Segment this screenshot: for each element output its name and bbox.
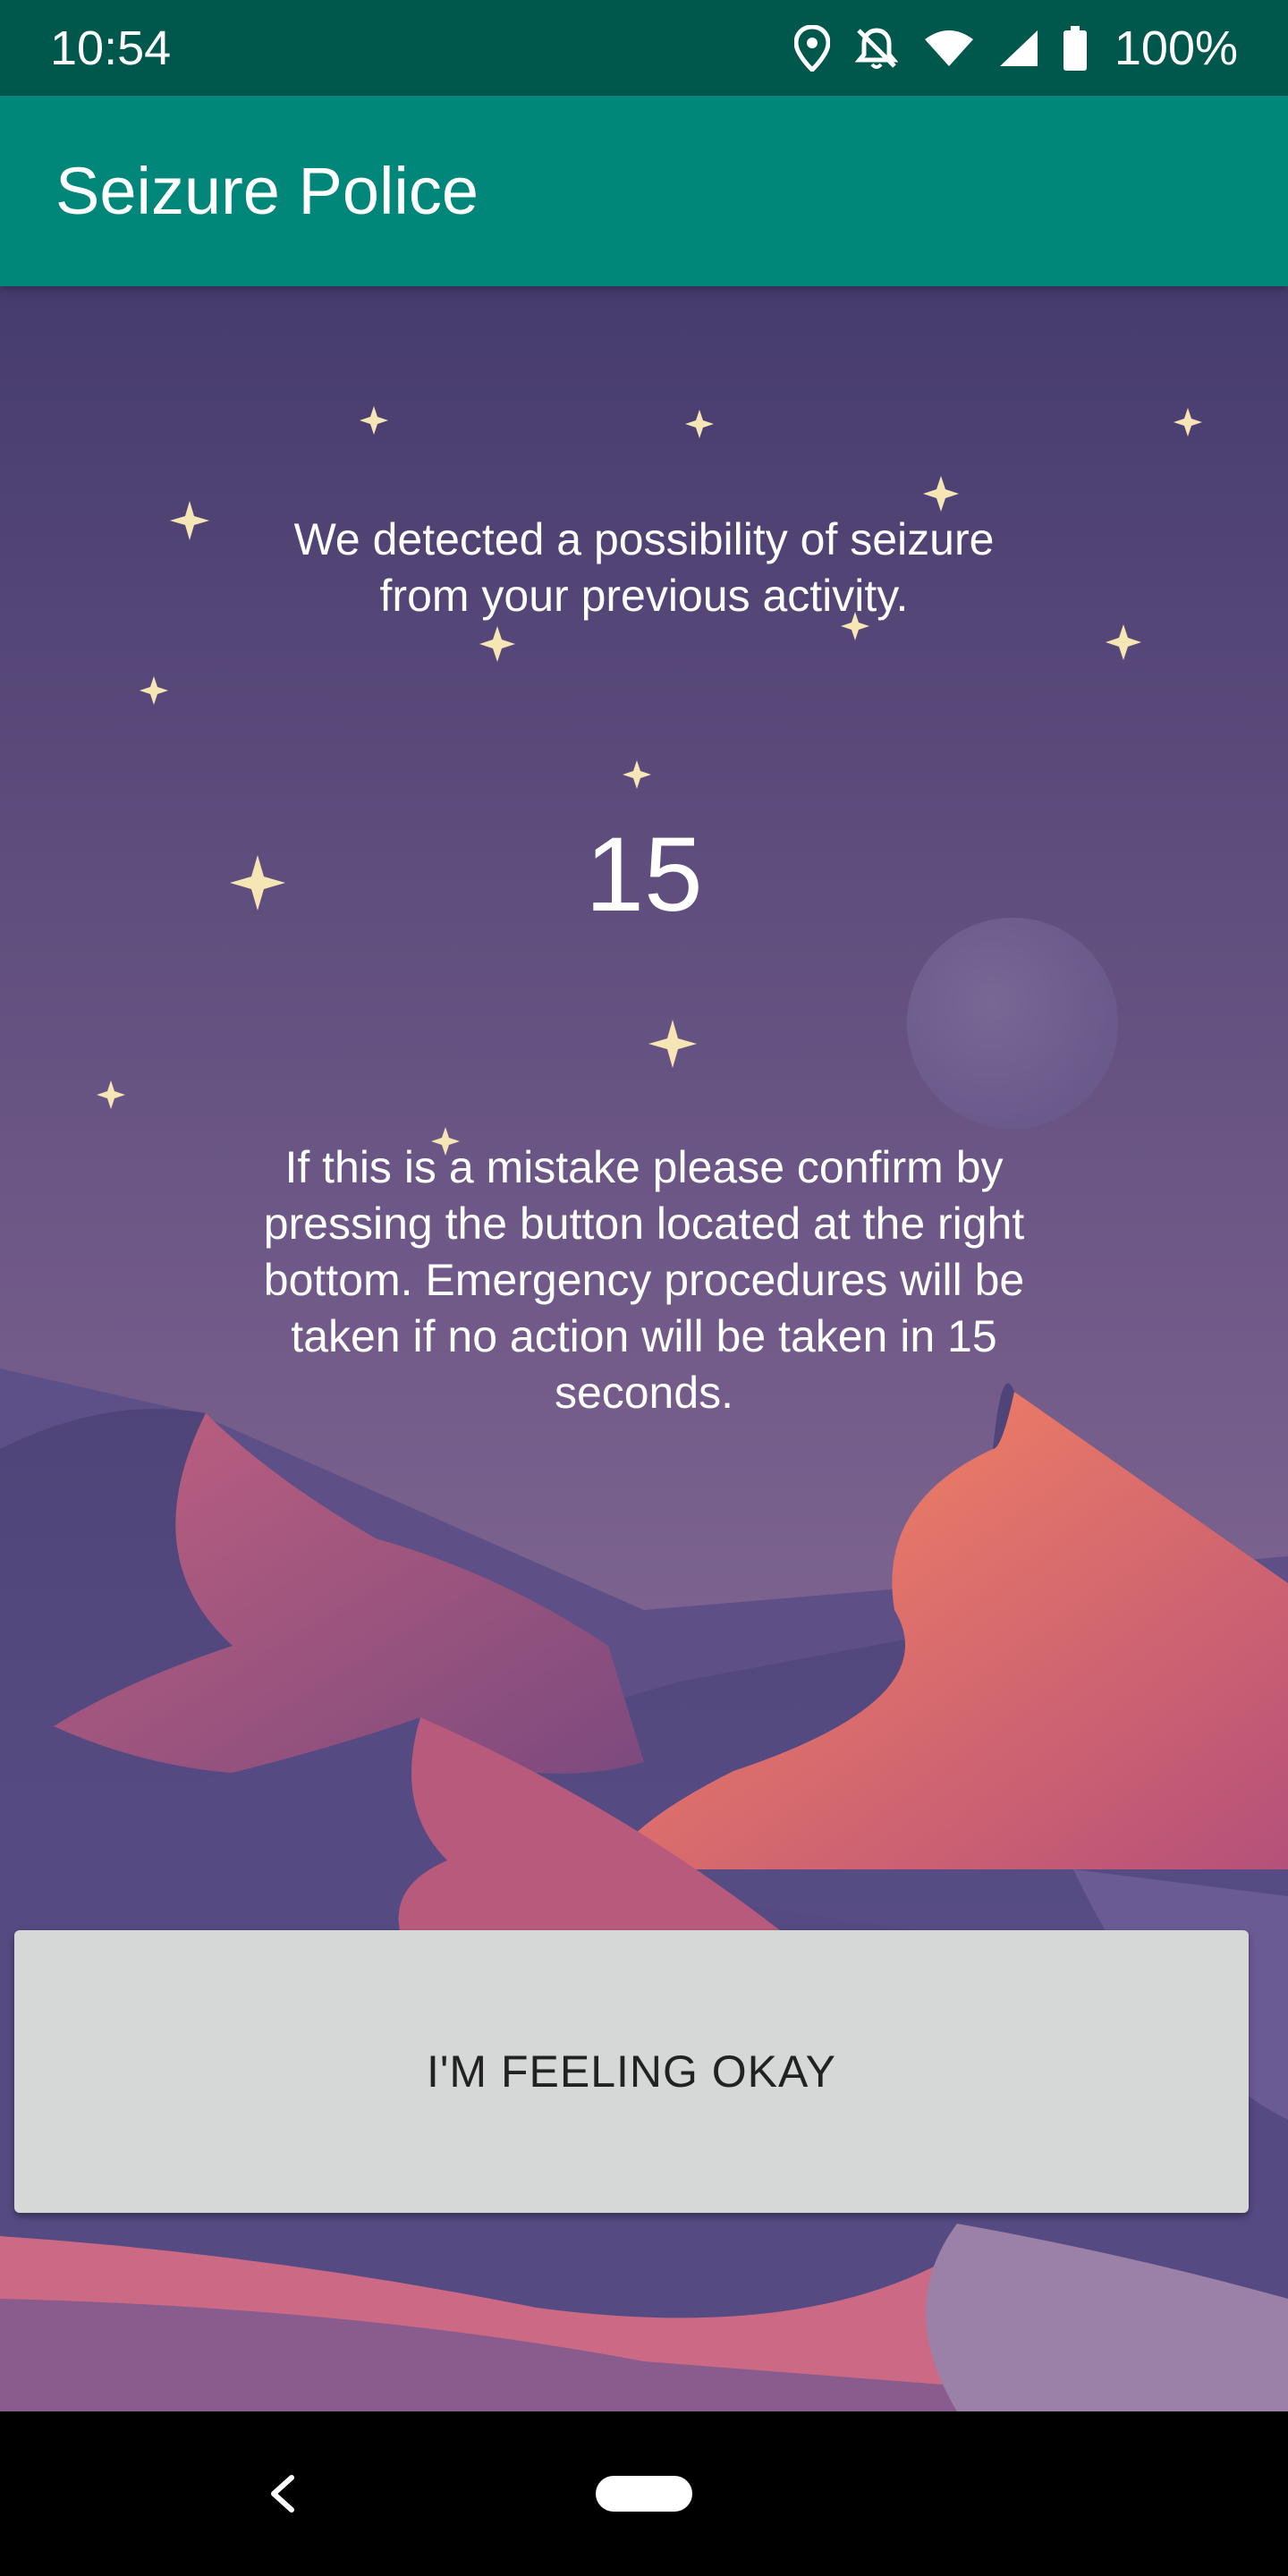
detection-message: We detected a possibility of seizure fro… <box>293 514 995 621</box>
status-icons: 100% <box>793 21 1238 76</box>
wifi-icon <box>923 29 975 68</box>
instructions-message: If this is a mistake please confirm by p… <box>263 1142 1025 1418</box>
notifications-off-icon <box>853 25 900 72</box>
battery-icon <box>1063 25 1088 71</box>
app-bar: Seizure Police <box>0 96 1288 286</box>
navigation-bar <box>0 2411 1288 2576</box>
back-icon[interactable] <box>265 2465 301 2522</box>
signal-icon <box>998 29 1039 68</box>
feeling-okay-button[interactable]: I'M FEELING OKAY <box>14 1930 1249 2213</box>
countdown-timer: 15 <box>585 816 703 934</box>
status-bar: 10:54 100% <box>0 0 1288 96</box>
battery-percent: 100% <box>1114 21 1238 75</box>
screen: 10:54 100% Seizure Police We detected a … <box>0 0 1288 2576</box>
app-title: Seizure Police <box>55 154 479 228</box>
location-icon <box>793 24 830 72</box>
alert-content: We detected a possibility of seizure fro… <box>0 286 1288 2411</box>
status-time: 10:54 <box>50 21 172 75</box>
home-pill-icon[interactable] <box>596 2476 692 2512</box>
